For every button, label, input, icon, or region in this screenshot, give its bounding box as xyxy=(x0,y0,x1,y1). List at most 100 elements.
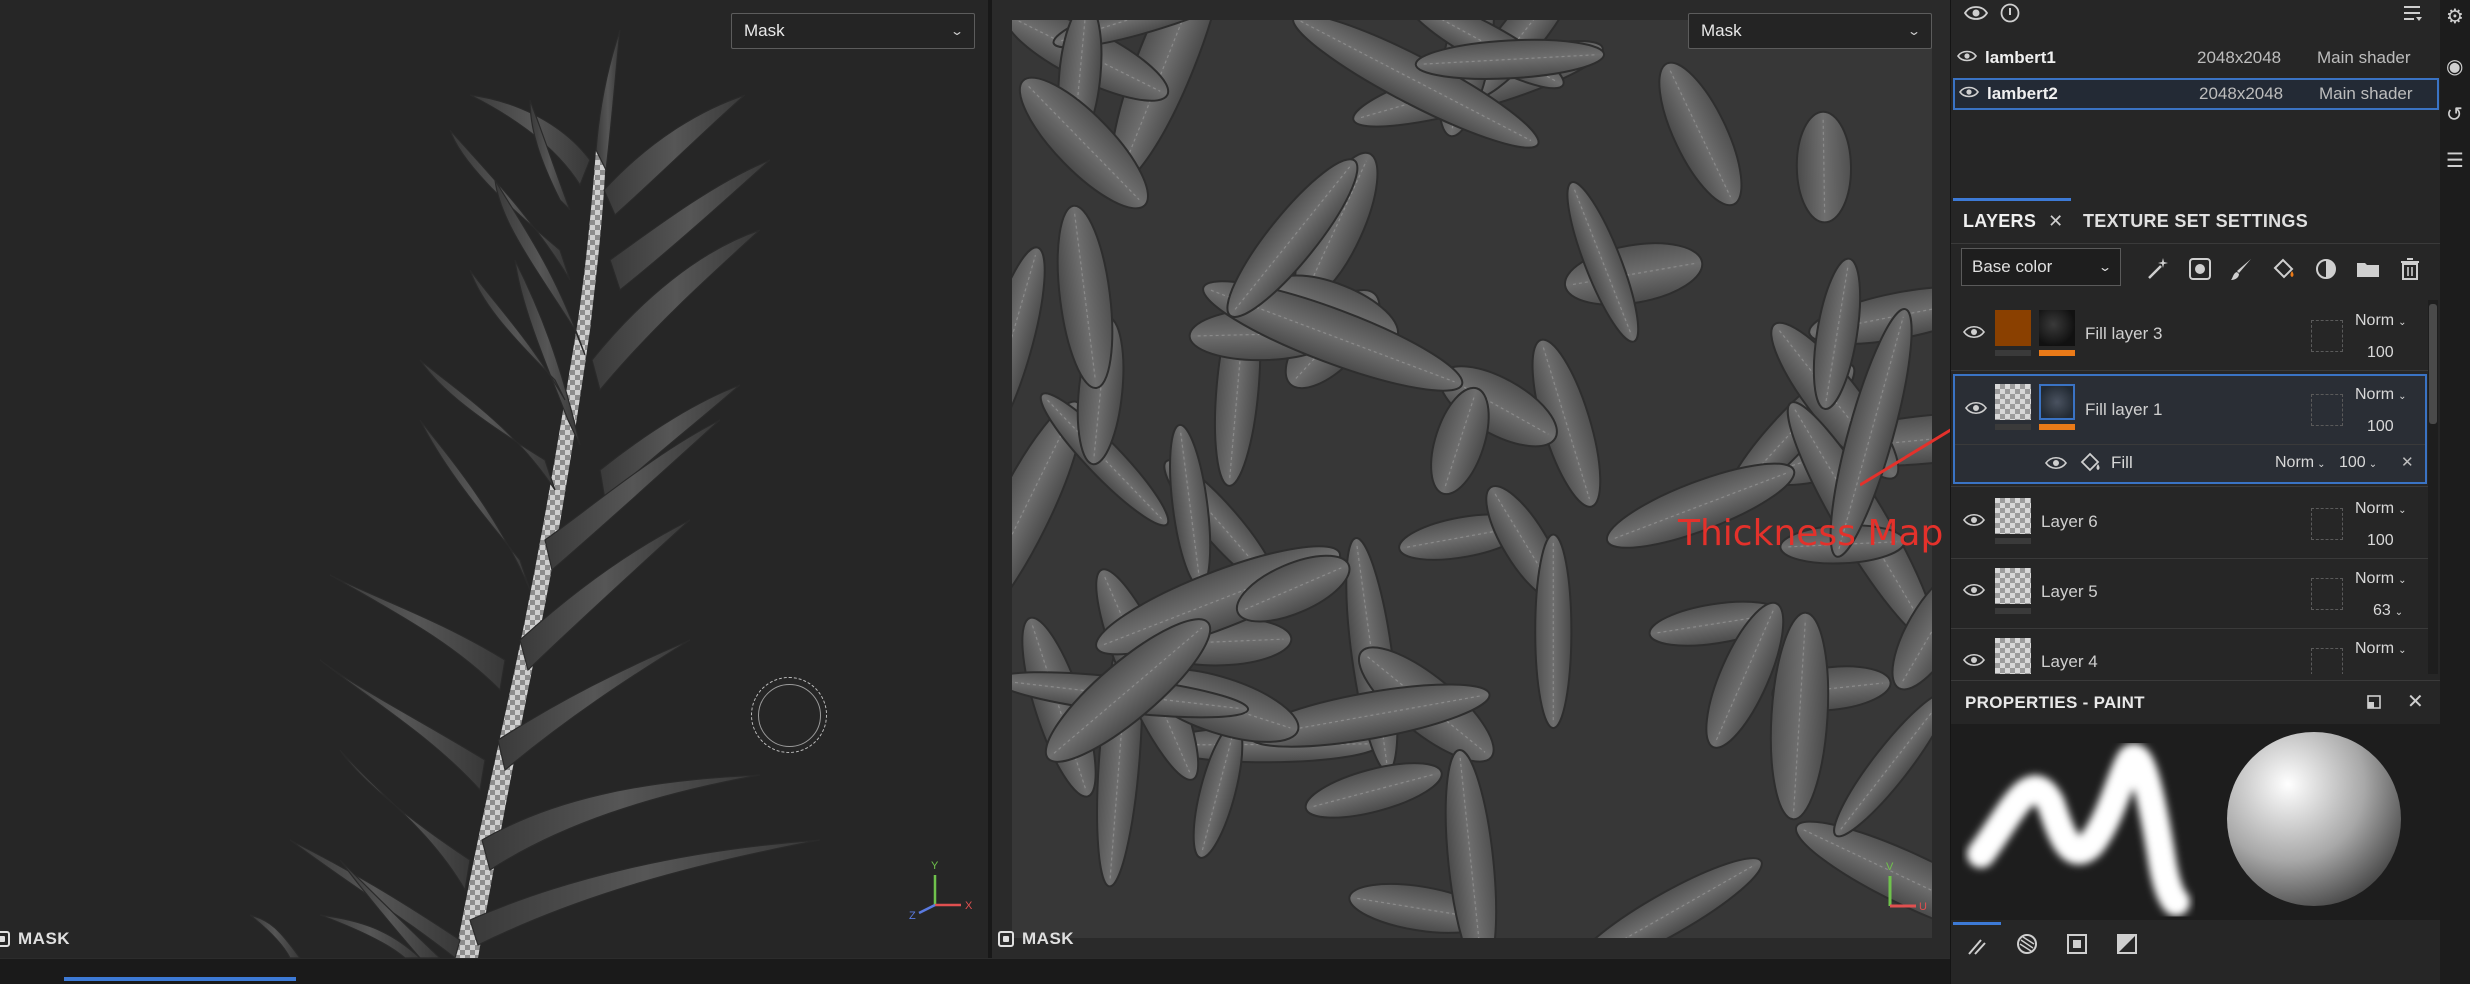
uv-leaf-island xyxy=(1573,857,1763,938)
effect-row-fill[interactable]: Fill Norm ⌄ 100 ⌄ ✕ xyxy=(1955,444,2425,480)
eye-icon[interactable] xyxy=(1963,512,1985,533)
layer-mask-thumbnail[interactable] xyxy=(2039,384,2075,420)
texture-set-shader: Main shader xyxy=(2319,84,2413,103)
effect-blend-select[interactable]: Norm ⌄ xyxy=(2275,454,2326,472)
panel-tabbar: LAYERS ✕ TEXTURE SET SETTINGS xyxy=(1951,198,2441,244)
layer-color-swatch[interactable] xyxy=(1995,310,2031,346)
add-mask-icon[interactable] xyxy=(2183,252,2217,286)
dropdown-value: Mask xyxy=(1701,21,1742,40)
tab-material[interactable] xyxy=(2103,922,2151,966)
mask-slot[interactable] xyxy=(2311,320,2343,352)
right-panel: lambert1 2048x2048 Main shader lambert2 … xyxy=(1950,0,2441,984)
mask-mode-icon xyxy=(0,931,10,947)
uv-texture-canvas[interactable] xyxy=(1012,20,1932,938)
brush-stroke-preview xyxy=(1967,732,2401,916)
opacity-field[interactable]: 100 xyxy=(2367,672,2394,674)
mask-slot[interactable] xyxy=(2311,394,2343,426)
effect-opacity-field[interactable]: 100 ⌄ xyxy=(2339,454,2377,472)
layer-row-layer-6[interactable]: Layer 6 Norm ⌄ 100 xyxy=(1953,488,2427,558)
scrollbar-thumb[interactable] xyxy=(2429,304,2437,424)
blend-mode-select[interactable]: Norm ⌄ xyxy=(2355,312,2407,330)
uv-leaf-islands xyxy=(1012,20,1932,938)
uv-leaf-island xyxy=(1414,38,1606,80)
layer-thumbnail[interactable] xyxy=(1995,568,2031,604)
close-icon[interactable]: ✕ xyxy=(2048,211,2063,231)
eye-icon[interactable] xyxy=(1963,582,1985,603)
eye-icon[interactable] xyxy=(1955,84,1983,104)
opacity-field[interactable]: 100 xyxy=(2367,532,2394,550)
display-settings-icon[interactable]: ⚙ xyxy=(2446,6,2468,28)
add-effect-icon[interactable] xyxy=(2309,252,2343,286)
annotation-text: Thickness Map xyxy=(1678,513,1944,554)
layer-row-fill-layer-1[interactable]: Fill layer 1 Norm ⌄ 100 Fill Norm ⌄ 100 ⌄ ✕ xyxy=(1953,374,2427,484)
layer-row-layer-4[interactable]: Layer 4 Norm⌄ 100 xyxy=(1953,628,2427,674)
magic-wand-icon[interactable] xyxy=(2141,252,2175,286)
texture-set-row-lambert2[interactable]: lambert2 2048x2048 Main shader xyxy=(1953,78,2439,110)
thumb-indicator xyxy=(1995,350,2031,356)
layer-stack-scrollbar[interactable] xyxy=(2428,300,2438,674)
history-icon[interactable]: ↺ xyxy=(2446,104,2468,126)
viewport-2d-channel-dropdown[interactable]: Mask ⌄ xyxy=(1688,13,1932,49)
opacity-field[interactable]: 63 ⌄ xyxy=(2373,602,2403,620)
close-icon[interactable]: ✕ xyxy=(2401,453,2414,471)
log-icon[interactable]: ☰ xyxy=(2446,150,2468,172)
opacity-field[interactable]: 100 xyxy=(2367,418,2394,436)
texture-set-resolution: 2048x2048 xyxy=(2199,84,2284,103)
fill-bucket-icon xyxy=(2079,451,2103,480)
eye-icon[interactable] xyxy=(1963,324,1985,345)
layer-thumbnail[interactable] xyxy=(1995,498,2031,534)
viewport-2d[interactable]: Mask ⌄ V U MASK xyxy=(992,0,1950,958)
tab-layers[interactable]: LAYERS ✕ xyxy=(1953,198,2071,244)
paint-layer-icon[interactable] xyxy=(2225,252,2259,286)
channel-select[interactable]: Base color ⌄ xyxy=(1961,248,2121,286)
properties-tabs xyxy=(1951,922,2441,968)
axis-y-label: Y xyxy=(931,860,939,872)
texture-set-row-lambert1[interactable]: lambert1 2048x2048 Main shader xyxy=(1953,42,2439,74)
folder-icon[interactable] xyxy=(2351,252,2385,286)
blend-mode-select[interactable]: Norm ⌄ xyxy=(2355,386,2407,404)
tab-texture-set-settings[interactable]: TEXTURE SET SETTINGS xyxy=(2083,198,2308,244)
texture-set-name: lambert2 xyxy=(1987,84,2058,103)
chevron-down-icon: ⌄ xyxy=(2097,260,2113,274)
viewport-3d-mode-label: MASK xyxy=(0,929,70,949)
palette-icon[interactable]: ◉ xyxy=(2446,56,2468,78)
layer-mask-thumbnail[interactable] xyxy=(2039,310,2075,346)
eye-icon[interactable] xyxy=(1965,400,1987,421)
layer-row-layer-5[interactable]: Layer 5 Norm ⌄ 63 ⌄ xyxy=(1953,558,2427,628)
chevron-down-icon: ⌄ xyxy=(1906,24,1922,38)
thumb-indicator xyxy=(1995,608,2031,614)
brush-preview xyxy=(1951,724,2441,920)
layer-thumbnail[interactable] xyxy=(1995,384,2031,420)
eye-icon[interactable] xyxy=(1963,652,1985,673)
fill-layer-icon[interactable] xyxy=(2267,252,2301,286)
blend-mode-select[interactable]: Norm ⌄ xyxy=(2355,570,2407,588)
chevron-down-icon: ⌄ xyxy=(949,24,965,38)
eye-icon[interactable] xyxy=(1953,48,1981,68)
mask-slot[interactable] xyxy=(2311,648,2343,674)
trash-icon[interactable] xyxy=(2393,252,2427,286)
tab-alpha[interactable] xyxy=(2003,922,2051,966)
mask-slot[interactable] xyxy=(2311,508,2343,540)
axis-u-label: U xyxy=(1919,901,1927,913)
float-panel-icon[interactable] xyxy=(2365,693,2383,716)
eye-settings-icon[interactable] xyxy=(1963,2,1991,30)
layer-row-fill-layer-3[interactable]: Fill layer 3 Norm ⌄ 100 xyxy=(1953,300,2427,370)
layer-stack[interactable]: Fill layer 3 Norm ⌄ 100 Fill layer 1 Norm… xyxy=(1951,300,2429,674)
uv-axis-gizmo-icon: V U xyxy=(1886,861,1927,913)
viewport-3d[interactable]: Mask ⌄ Y X Z MASK xyxy=(0,0,990,958)
list-menu-icon[interactable] xyxy=(2401,2,2429,30)
eye-icon[interactable] xyxy=(2045,455,2067,476)
viewport-3d-channel-dropdown[interactable]: Mask ⌄ xyxy=(731,13,975,49)
timeline-strip xyxy=(0,958,1950,984)
layer-thumbnail[interactable] xyxy=(1995,638,2031,674)
opacity-field[interactable]: 100 xyxy=(2367,344,2394,362)
tab-stencil[interactable] xyxy=(2053,922,2101,966)
blend-mode-select[interactable]: Norm ⌄ xyxy=(2355,500,2407,518)
close-icon[interactable]: ✕ xyxy=(2407,689,2424,714)
texture-set-shader: Main shader xyxy=(2317,48,2411,67)
tab-brush[interactable] xyxy=(1953,922,2001,966)
blend-mode-select[interactable]: Norm ⌄ xyxy=(2355,640,2407,658)
properties-title: PROPERTIES - PAINT xyxy=(1965,693,2145,712)
mask-slot[interactable] xyxy=(2311,578,2343,610)
info-icon[interactable] xyxy=(1999,2,2027,30)
